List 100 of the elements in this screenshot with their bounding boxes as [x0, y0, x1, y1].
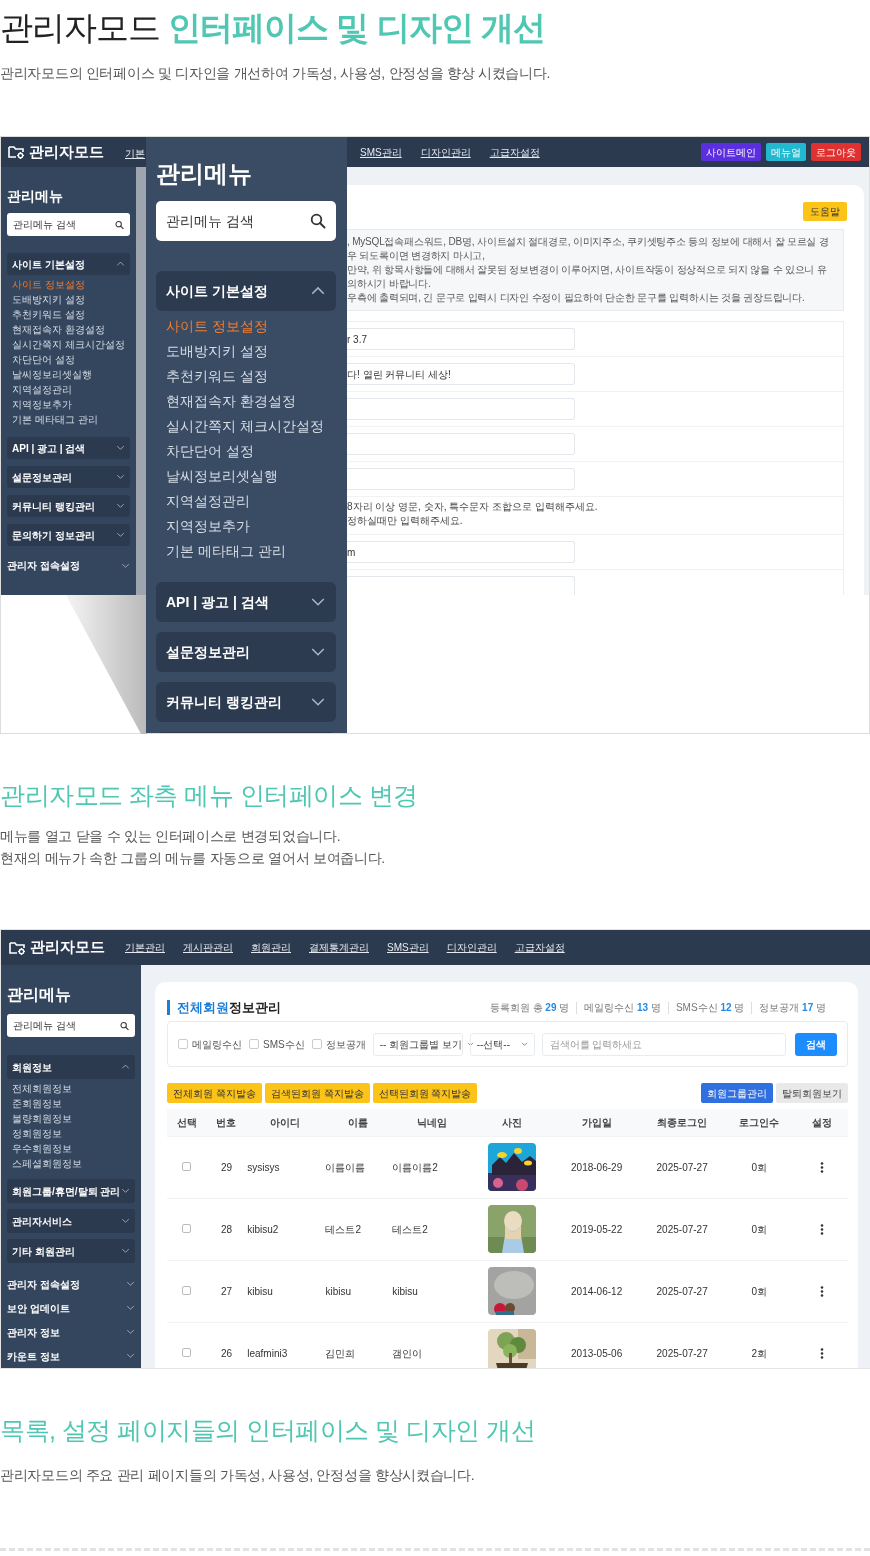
menu-item[interactable]: 전체회원정보 — [7, 1081, 135, 1096]
send-message-button[interactable]: 전체회원 쪽지발송 — [167, 1083, 262, 1103]
nav-link[interactable]: 결제통계관리 — [309, 940, 369, 955]
input-field[interactable]: 다! 열린 커뮤니티 세상! — [347, 363, 575, 385]
row-checkbox[interactable] — [182, 1347, 192, 1357]
checkbox[interactable]: 정보공개 — [311, 1036, 366, 1052]
send-message-button[interactable]: 선택된회원 쪽지발송 — [372, 1083, 478, 1103]
nav-link[interactable]: 디자인관리 — [420, 144, 471, 160]
menu-item[interactable]: 지역설정관리 — [7, 382, 130, 397]
search-field[interactable]: 관리메뉴 검색 — [156, 201, 336, 241]
column-header: 로그인수 — [722, 1109, 796, 1136]
action-button[interactable]: 탈퇴회원보기 — [776, 1083, 848, 1103]
checkbox[interactable]: SMS수신 — [249, 1036, 305, 1052]
table-cell: 2014-06-12 — [571, 1285, 623, 1297]
nav-link[interactable]: SMS관리 — [360, 144, 402, 160]
row-checkbox[interactable] — [182, 1223, 192, 1233]
input-field[interactable]: m — [347, 541, 575, 563]
nav-link[interactable]: 게시판관리 — [183, 940, 233, 955]
menu-item[interactable]: 사이트 정보설정 — [7, 277, 130, 292]
nav-link[interactable]: 기본 — [125, 148, 145, 159]
menu-item[interactable]: 실시간쪽지 체크시간설정 — [7, 337, 130, 352]
menu-group-header[interactable]: 카운트 정보 — [7, 1344, 135, 1368]
menu-group-header[interactable]: API | 광고 | 검색 — [7, 437, 130, 459]
menu-item[interactable]: 날씨정보리셋실행 — [7, 367, 130, 382]
table-cell: kibisu — [325, 1285, 352, 1297]
help-button[interactable]: 도움말 — [803, 202, 847, 221]
menu-group-header[interactable]: 문의하기 정보관리 — [7, 524, 130, 546]
nav-link[interactable]: 고급자설정 — [514, 940, 565, 955]
table-cell: 0회 — [751, 1161, 768, 1173]
menu-item[interactable]: 도배방지키 설정 — [7, 292, 130, 307]
nav-link[interactable]: 디자인관리 — [446, 940, 497, 955]
menu-item[interactable]: 우수회원정보 — [7, 1141, 135, 1156]
logo-text[interactable]: 관리자모드 — [30, 936, 105, 959]
menu-item[interactable]: 실시간쪽지 체크시간설정 — [156, 414, 336, 439]
table-cell: kibisu — [392, 1285, 418, 1297]
menu-item[interactable]: 기본 메타태그 관리 — [7, 412, 130, 427]
menu-item[interactable]: 지역정보추가 — [156, 514, 336, 539]
column-header: 사진 — [472, 1109, 552, 1136]
page-title-highlight: 인터페이스 및 디자인 개선 — [168, 9, 545, 46]
menu-item[interactable]: 정회원정보 — [7, 1126, 135, 1141]
menu-item[interactable]: 준회원정보 — [7, 1096, 135, 1111]
input-field[interactable]: r 3.7 — [347, 328, 575, 350]
row-checkbox[interactable] — [182, 1285, 192, 1295]
more-icon[interactable] — [819, 1285, 824, 1297]
menu-item[interactable]: 차단단어 설정 — [156, 439, 336, 464]
search-field[interactable]: 관리메뉴 검색 — [7, 213, 130, 236]
menu-group-header[interactable]: 설문정보관리 — [7, 466, 130, 488]
header-button[interactable]: 로그아웃 — [811, 143, 861, 161]
chevron-down-icon — [466, 1041, 474, 1047]
logo-text[interactable]: 관리자모드 — [29, 140, 104, 164]
stat-text: 메일링수신 13 명 — [576, 1001, 668, 1014]
menu-item[interactable]: 현재접속자 환경설정 — [156, 389, 336, 414]
menu-group-header[interactable]: 보안 업데이트 — [7, 1296, 135, 1320]
nav-link[interactable]: SMS관리 — [387, 940, 429, 955]
send-message-button[interactable]: 검색된회원 쪽지발송 — [264, 1083, 370, 1103]
input-field[interactable] — [347, 398, 575, 420]
menu-item[interactable]: 추천키워드 설정 — [7, 307, 130, 322]
menu-group-header[interactable]: 회원정보 — [7, 1055, 135, 1079]
more-icon[interactable] — [819, 1223, 824, 1235]
menu-group-header[interactable]: 기타 회원관리 — [7, 1239, 135, 1263]
menu-item[interactable]: 추천키워드 설정 — [156, 364, 336, 389]
table-cell: 28 — [220, 1223, 232, 1235]
menu-group-header[interactable]: 관리자서비스 — [7, 1209, 135, 1233]
menu-group-header[interactable]: 커뮤니티 랭킹관리 — [7, 495, 130, 517]
dropdown[interactable]: --선택-- — [469, 1032, 535, 1056]
row-checkbox[interactable] — [182, 1161, 192, 1171]
menu-group-header[interactable]: 사이트 기본설정 — [7, 253, 130, 275]
menu-group-header[interactable]: 설문정보관리 — [156, 632, 336, 672]
more-icon[interactable] — [819, 1161, 824, 1173]
menu-item[interactable]: 기본 메타태그 관리 — [156, 539, 336, 564]
menu-item[interactable]: 불량회원정보 — [7, 1111, 135, 1126]
column-header: 가입일 — [551, 1109, 642, 1136]
menu-item[interactable]: 지역정보추가 — [7, 397, 130, 412]
menu-group-header[interactable]: 커뮤니티 랭킹관리 — [156, 682, 336, 722]
menu-group-header[interactable]: 관리자 접속설정 — [7, 1272, 135, 1296]
column-header: 설정 — [795, 1109, 848, 1136]
input-field[interactable] — [347, 576, 575, 595]
menu-group-header[interactable]: API | 광고 | 검색 — [156, 582, 336, 622]
header-button[interactable]: 사이트메인 — [701, 143, 761, 161]
input-field[interactable] — [347, 468, 575, 490]
more-icon[interactable] — [819, 1347, 824, 1359]
menu-item[interactable]: 차단단어 설정 — [7, 352, 130, 367]
nav-link[interactable]: 회원관리 — [251, 940, 291, 955]
menu-group-header[interactable]: 회원그룹/휴면/탈퇴 관리 — [7, 1179, 135, 1203]
input-field[interactable] — [347, 433, 575, 455]
checkbox[interactable]: 메일링수신 — [178, 1036, 242, 1052]
action-button[interactable]: 회원그룹관리 — [701, 1083, 773, 1103]
nav-link[interactable]: 기본관리 — [125, 940, 165, 955]
menu-item[interactable]: 지역설정관리 — [156, 489, 336, 514]
menu-item[interactable]: 현재접속자 환경설정 — [7, 322, 130, 337]
menu-group-header[interactable]: 관리자 접속설정 — [7, 555, 130, 576]
menu-group-header[interactable]: 관리자 정보 — [7, 1320, 135, 1344]
nav-link[interactable]: 고급자설정 — [489, 144, 540, 160]
search-field[interactable]: 관리메뉴 검색 — [7, 1014, 135, 1037]
menu-item[interactable]: 도배방지키 설정 — [156, 339, 336, 364]
table-cell: 테스트2 — [392, 1223, 428, 1235]
search-input[interactable]: 검색어를 입력하세요 — [541, 1032, 786, 1056]
menu-item[interactable]: 스페셜회원정보 — [7, 1156, 135, 1171]
menu-item[interactable]: 날씨정보리셋실행 — [156, 464, 336, 489]
menu-group-header[interactable]: 사이트 기본설정 — [156, 271, 336, 311]
